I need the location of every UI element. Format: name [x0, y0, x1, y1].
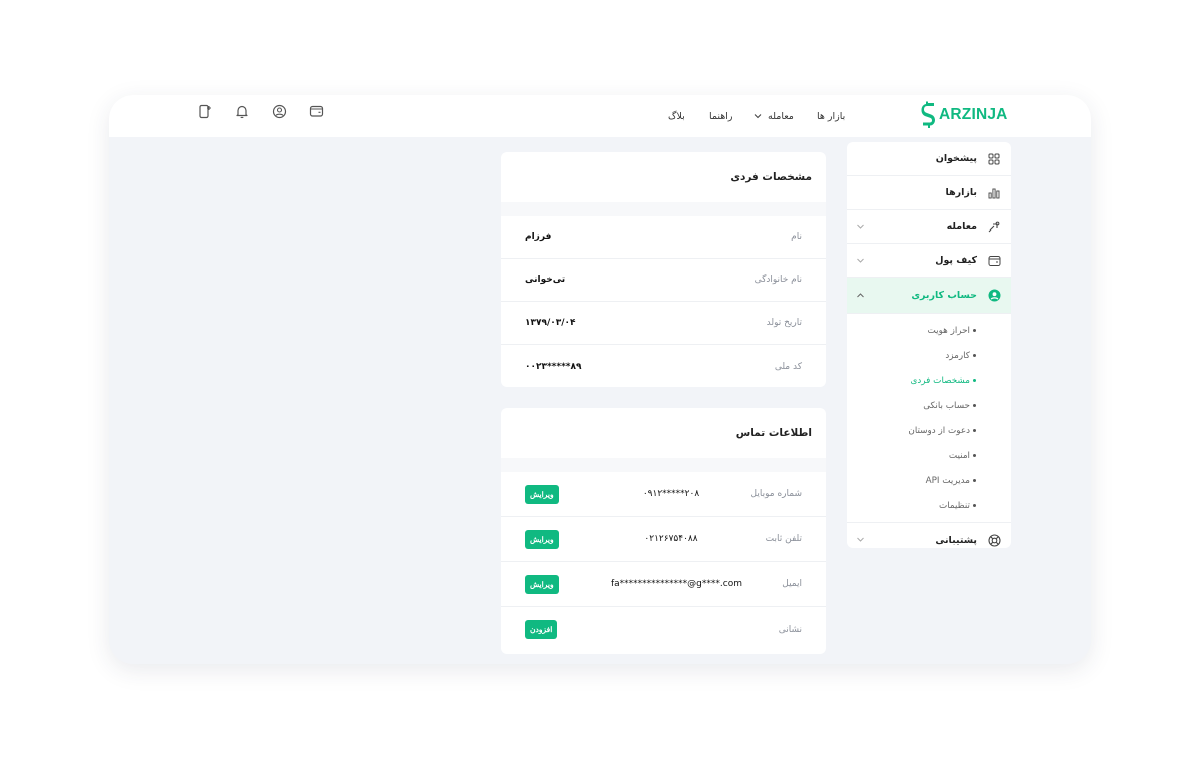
- edit-landline-button[interactable]: ویرایش: [525, 529, 559, 549]
- add-address-button[interactable]: افزودن: [525, 620, 558, 639]
- info-row-birth-date: تاریخ تولد ۱۳۷۹/۰۳/۰۴: [501, 302, 826, 345]
- nav-guide-label: راهنما: [709, 110, 733, 122]
- submenu-item-bank-account[interactable]: حساب بانکی: [847, 393, 1011, 418]
- contact-row-email: ایمیل fa***************@g****.com ویرایش: [501, 562, 826, 607]
- bar-chart-icon: [987, 186, 1001, 200]
- submenu-item-invite-friends[interactable]: دعوت از دوستان: [847, 418, 1011, 443]
- nav-guide[interactable]: راهنما: [709, 99, 733, 133]
- wallet-icon: [987, 254, 1001, 268]
- bell-icon[interactable]: [234, 103, 250, 119]
- lifebuoy-icon: [987, 533, 1001, 547]
- submenu-item-label: حساب بانکی: [923, 400, 970, 411]
- submenu-item-security[interactable]: امنیت: [847, 443, 1011, 468]
- submenu-item-settings[interactable]: تنظیمات: [847, 493, 1011, 518]
- top-bar: ARZINJA بازار ها معامله راهنما بلاگ: [109, 95, 1091, 137]
- row-value: ۰۲۱۲۶۷۵۴۰۸۸: [644, 534, 698, 544]
- chevron-down-icon[interactable]: [856, 256, 865, 265]
- user-circle-icon: [987, 289, 1001, 303]
- add-device-icon[interactable]: [197, 103, 213, 119]
- brand-name: ARZINJA: [939, 106, 1008, 123]
- edit-mobile-button[interactable]: ویرایش: [525, 484, 559, 504]
- sidebar-item-support[interactable]: پشتیبانی: [847, 523, 1011, 548]
- row-value: ۰۰۲۳*****۸۹: [525, 361, 582, 372]
- row-label: کد ملی: [774, 361, 802, 372]
- contact-info-card: اطلاعات تماس شماره موبایل ۰۹۱۲*****۲۰۸ و…: [501, 408, 826, 654]
- row-value: ۰۹۱۲*****۲۰۸: [642, 489, 700, 499]
- row-value: ۱۳۷۹/۰۳/۰۴: [525, 318, 576, 328]
- sidebar-item-label: پشتیبانی: [935, 534, 977, 546]
- sidebar: پیشخوان بازارها معامله کیف پول حساب کارب…: [847, 142, 1011, 548]
- row-label: تاریخ تولد: [766, 318, 802, 328]
- sidebar-item-account[interactable]: حساب کاربری: [847, 278, 1011, 314]
- contact-row-address: نشانی افزودن: [501, 607, 826, 652]
- card-title: مشخصات فردی: [730, 171, 812, 183]
- row-label: نام خانوادگی: [754, 275, 802, 285]
- card-divider: [501, 458, 826, 472]
- account-submenu: احراز هویت کارمزد مشخصات فردی حساب بانکی…: [847, 314, 1011, 523]
- submenu-item-api[interactable]: مدیریت API: [847, 468, 1011, 493]
- nav-trade-label: معامله: [768, 110, 794, 122]
- sidebar-item-label: معامله: [946, 221, 977, 232]
- chevron-down-icon[interactable]: [856, 535, 865, 544]
- personal-info-card: مشخصات فردی نام فرزام نام خانوادگی تی‌خو…: [501, 152, 826, 387]
- row-value: فرزام: [525, 232, 552, 242]
- chevron-down-icon[interactable]: [856, 222, 865, 231]
- nav-blog[interactable]: بلاگ: [668, 99, 685, 133]
- row-label: شماره موبایل: [750, 489, 802, 499]
- info-row-first-name: نام فرزام: [501, 216, 826, 259]
- row-label: نام: [791, 232, 802, 242]
- submenu-item-label: امنیت: [948, 450, 970, 461]
- exchange-icon: [987, 220, 1001, 234]
- sidebar-item-label: بازارها: [945, 187, 977, 198]
- user-circle-icon[interactable]: [271, 103, 287, 119]
- grid-icon: [987, 152, 1001, 166]
- nav-trade[interactable]: معامله: [754, 99, 802, 133]
- submenu-item-personal-info[interactable]: مشخصات فردی: [847, 368, 1011, 393]
- row-value: تی‌خوانی: [525, 275, 566, 285]
- row-label: ایمیل: [782, 579, 802, 589]
- info-row-national-id: کد ملی ۰۰۲۳*****۸۹: [501, 345, 826, 387]
- sidebar-item-label: حساب کاربری: [911, 290, 977, 301]
- card-title: اطلاعات تماس: [735, 427, 812, 439]
- top-icons: [197, 103, 324, 119]
- info-row-last-name: نام خانوادگی تی‌خوانی: [501, 259, 826, 302]
- submenu-item-kyc[interactable]: احراز هویت: [847, 318, 1011, 343]
- sidebar-item-label: پیشخوان: [935, 153, 977, 164]
- card-divider: [501, 202, 826, 216]
- sidebar-item-wallet[interactable]: کیف پول: [847, 244, 1011, 278]
- submenu-item-label: تنظیمات: [938, 500, 970, 511]
- sidebar-item-label: کیف پول: [935, 255, 977, 266]
- logo-icon: [921, 101, 935, 128]
- sidebar-item-dashboard[interactable]: پیشخوان: [847, 142, 1011, 176]
- submenu-item-label: احراز هویت: [927, 325, 971, 336]
- contact-row-landline: تلفن ثابت ۰۲۱۲۶۷۵۴۰۸۸ ویرایش: [501, 517, 826, 562]
- nav-markets-label: بازار ها: [817, 110, 846, 122]
- sidebar-item-markets[interactable]: بازارها: [847, 176, 1011, 210]
- submenu-item-label: دعوت از دوستان: [908, 425, 970, 436]
- app-window: ARZINJA بازار ها معامله راهنما بلاگ پیشخ…: [109, 95, 1091, 664]
- submenu-item-label: کارمزد: [945, 350, 970, 361]
- chevron-down-icon: [754, 114, 762, 119]
- submenu-item-fees[interactable]: کارمزد: [847, 343, 1011, 368]
- chevron-up-icon[interactable]: [856, 291, 865, 300]
- edit-email-button[interactable]: ویرایش: [525, 574, 559, 594]
- submenu-item-label: مدیریت API: [925, 475, 970, 486]
- brand-logo[interactable]: ARZINJA: [921, 99, 1011, 131]
- row-label: تلفن ثابت: [765, 534, 802, 544]
- nav-blog-label: بلاگ: [668, 110, 685, 122]
- row-value: fa***************@g****.com: [611, 579, 742, 589]
- contact-row-mobile: شماره موبایل ۰۹۱۲*****۲۰۸ ویرایش: [501, 472, 826, 517]
- nav-markets[interactable]: بازار ها: [817, 99, 845, 133]
- submenu-item-label: مشخصات فردی: [910, 375, 971, 386]
- row-label: نشانی: [778, 624, 802, 635]
- sidebar-item-trade[interactable]: معامله: [847, 210, 1011, 244]
- wallet-icon[interactable]: [308, 103, 324, 119]
